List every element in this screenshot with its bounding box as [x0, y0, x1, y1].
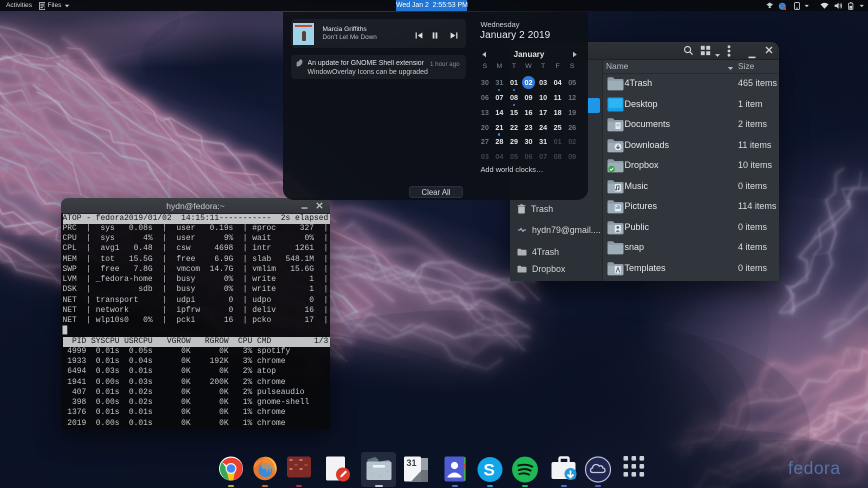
svg-text:31: 31: [406, 458, 416, 468]
svg-text:S: S: [484, 461, 495, 480]
